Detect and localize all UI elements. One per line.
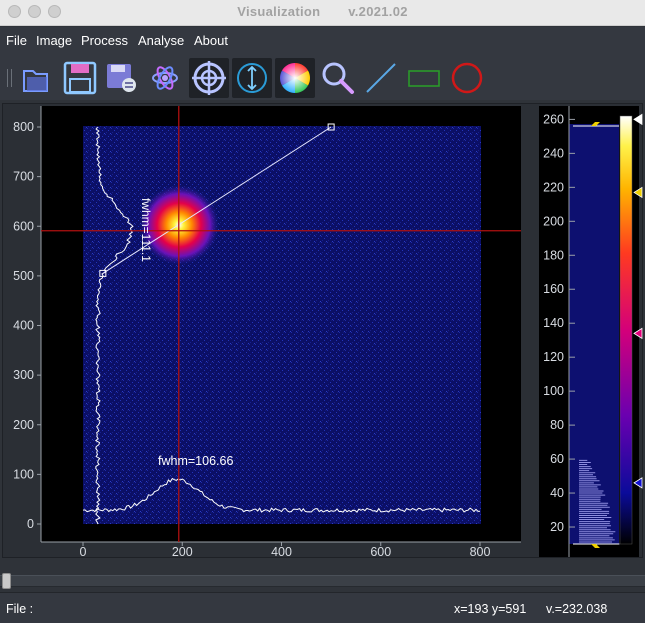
colorbar-tick-label: 40: [550, 486, 564, 500]
frame-slider-track[interactable]: [0, 575, 645, 587]
colorbar-tick-label: 100: [543, 384, 564, 398]
app-window: Visualization v.2021.02 File Image Proce…: [0, 0, 645, 623]
colorbar-tick-label: 160: [543, 282, 564, 296]
open-folder-button[interactable]: [18, 58, 58, 98]
y-tick-label: 500: [13, 269, 34, 283]
line-tool-button[interactable]: [361, 58, 401, 98]
color-wheel-icon: [279, 62, 311, 93]
open-folder-icon: [23, 70, 48, 92]
x-tick-label: 800: [470, 545, 491, 559]
status-file-label: File :: [6, 602, 34, 616]
menu-bar: File Image Process Analyse About: [0, 27, 645, 54]
y-tick-label: 800: [13, 120, 34, 134]
y-tick-label: 300: [13, 368, 34, 382]
toolbar-grip[interactable]: [7, 69, 12, 87]
colorbar-tick-label: 260: [543, 112, 564, 126]
save-as-button[interactable]: [102, 58, 142, 98]
colorbar-tick-label: 200: [543, 214, 564, 228]
y-tick-label: 400: [13, 319, 34, 333]
colorbar-tick-label: 240: [543, 146, 564, 160]
y-tick-label: 100: [13, 467, 34, 481]
colorbar-tick-label: 120: [543, 350, 564, 364]
save-icon: [63, 61, 97, 95]
line-tool-icon: [366, 63, 396, 93]
settings-button[interactable]: [145, 58, 185, 98]
camera-image: [83, 126, 481, 524]
colorbar-tick-label: 60: [550, 452, 564, 466]
zoom-button[interactable]: [318, 58, 358, 98]
title-bar: Visualization v.2021.02: [0, 0, 645, 26]
menu-analyse[interactable]: Analyse: [138, 33, 184, 48]
vertical-profile-icon: [237, 63, 267, 93]
crosshair-target-icon: [192, 61, 226, 95]
colorbar-tick-label: 140: [543, 316, 564, 330]
menu-process[interactable]: Process: [81, 33, 128, 48]
window-title: Visualization v.2021.02: [0, 4, 645, 19]
circle-tool-button[interactable]: [447, 58, 487, 98]
frame-slider-handle[interactable]: [2, 573, 11, 589]
image-plot[interactable]: 0 100 200 300 400 500 600 700 800 0 200 400 600 800 f…: [3, 104, 644, 559]
crosshair-target-button[interactable]: [189, 58, 229, 98]
x-tick-label: 200: [172, 545, 193, 559]
x-tick-label: 0: [80, 545, 87, 559]
colorbar-tick-label: 180: [543, 248, 564, 262]
colorbar-gradient[interactable]: [619, 115, 633, 545]
rectangle-tool-icon: [408, 70, 440, 87]
menu-file[interactable]: File: [6, 33, 27, 48]
image-view-area[interactable]: 0 100 200 300 400 500 600 700 800 0 200 400 600 800 f…: [2, 103, 644, 559]
y-tick-label: 0: [27, 517, 34, 531]
app-version: v.2021.02: [348, 4, 408, 19]
app-title: Visualization: [237, 4, 321, 19]
fwhm-x-label: fwhm=106.66: [158, 454, 233, 468]
colorbar-tick-label: 220: [543, 180, 564, 194]
x-tick-label: 400: [271, 545, 292, 559]
vertical-profile-button[interactable]: [232, 58, 272, 98]
y-tick-label: 700: [13, 170, 34, 184]
atom-settings-icon: [152, 66, 178, 90]
status-coordinates: x=193 y=591: [454, 602, 527, 616]
circle-tool-icon: [451, 62, 483, 94]
color-palette-button[interactable]: [275, 58, 315, 98]
x-tick-label: 600: [370, 545, 391, 559]
menu-about[interactable]: About: [194, 33, 228, 48]
zoom-icon: [322, 62, 354, 94]
menu-image[interactable]: Image: [36, 33, 72, 48]
colorbar-tick-label: 80: [550, 418, 564, 432]
status-bar: File : x=193 y=591 v.=232.038: [0, 592, 645, 623]
fwhm-y-label: fwhm=111.1: [139, 198, 153, 262]
y-tick-label: 600: [13, 219, 34, 233]
status-pixel-value: v.=232.038: [546, 602, 608, 616]
y-tick-label: 200: [13, 418, 34, 432]
colorbar-tick-label: 20: [550, 520, 564, 534]
save-as-icon: [107, 64, 136, 92]
toolbar: [0, 54, 645, 100]
rectangle-tool-button[interactable]: [404, 58, 444, 98]
save-button[interactable]: [60, 58, 100, 98]
